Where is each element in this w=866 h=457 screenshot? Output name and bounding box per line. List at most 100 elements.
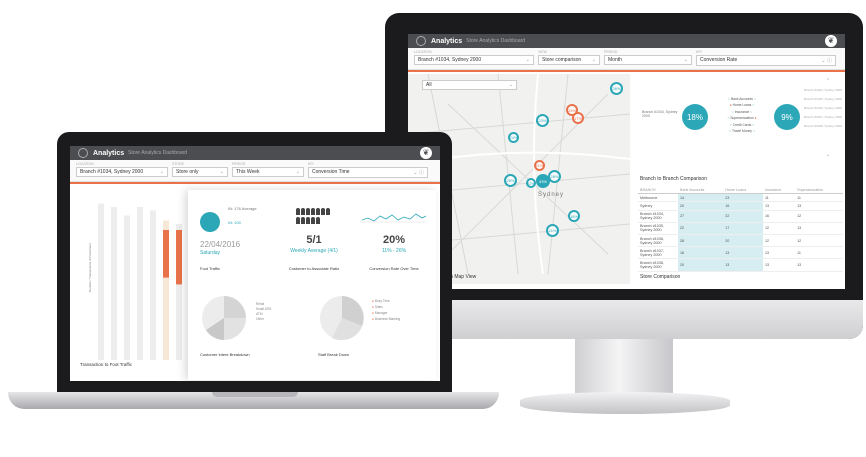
map-marker[interactable]: 25% xyxy=(504,174,517,187)
conversion-card[interactable]: 20% 11% - 26% Conversion Rate Over Time xyxy=(356,196,432,276)
period-select[interactable]: This Week ⌄ xyxy=(232,167,304,177)
cell: 28 xyxy=(678,234,724,248)
table-caption: Store Comparison xyxy=(640,274,681,280)
comparison-branch-score: 9% xyxy=(774,104,800,130)
staff-pie-chart xyxy=(320,296,364,341)
chevron-down-icon: ⌄ xyxy=(295,169,300,175)
table-row[interactable]: Branch #1036, Sydney 2000 28 20 12 12 xyxy=(638,234,843,248)
card-caption: Staff Break Down xyxy=(318,352,350,357)
cell: 20 xyxy=(678,201,724,211)
filter-bar: Location Branch #1034, Sydney 2000 ⌄ View S… xyxy=(408,48,845,70)
store-select[interactable]: Store only ⌄ xyxy=(172,167,228,177)
conversion-range: 11% - 26% xyxy=(381,248,407,254)
map-marker[interactable]: 21% xyxy=(534,160,545,171)
column-header[interactable]: Insurance xyxy=(762,186,796,195)
column-header[interactable]: Bank Accounts xyxy=(678,186,724,195)
table-row[interactable]: Melbourne 14 23 11 11 xyxy=(638,193,843,203)
map-marker-selected[interactable]: 43% xyxy=(536,174,550,188)
table-row[interactable]: Branch #1038, Sydney 2000 20 13 13 13 xyxy=(638,258,843,272)
map-marker[interactable]: 22% xyxy=(526,178,536,188)
map-marker[interactable]: 21% xyxy=(546,224,559,237)
chevron-down-icon: ⌄ xyxy=(683,57,688,63)
period-select[interactable]: Month ⌄ xyxy=(604,55,692,65)
conversion-sparkline xyxy=(362,213,426,223)
location-select[interactable]: Branch #1034, Sydney 2000 ⌄ xyxy=(76,167,168,177)
side-branch[interactable]: Branch #1028, Sydney 2000 xyxy=(804,122,842,131)
map-marker[interactable]: 26% xyxy=(610,82,623,95)
foot-traffic-card[interactable]: IN: 176 Average IN: 100 22/04/2016 Satur… xyxy=(194,196,270,276)
chevron-down-icon: ⌄ xyxy=(525,57,530,63)
location-select[interactable]: Branch #1034, Sydney 2000 ⌄ xyxy=(414,55,534,65)
legend-label: Manager xyxy=(374,311,388,315)
chevron-down-icon: ⌄ xyxy=(591,57,596,63)
column-header[interactable]: BRANCH xyxy=(638,186,678,195)
associate-weekly-average: Weekly Average (4/1) xyxy=(290,248,338,254)
scroll-up-icon[interactable]: ⌃ xyxy=(826,78,830,84)
cell: 13 xyxy=(723,246,763,260)
table-row[interactable]: Branch #1034, Sydney 2000 27 22 16 12 xyxy=(638,210,843,223)
cell: 12 xyxy=(795,234,843,248)
map-marker[interactable]: 24% xyxy=(508,132,519,143)
map-marker[interactable]: 17% xyxy=(572,112,584,124)
staff-breakdown-card[interactable]: ● Busy Time ● Sales ● Manager ● Business… xyxy=(312,290,432,374)
leaf-icon[interactable]: ❦ xyxy=(420,147,432,159)
people-icon xyxy=(296,208,330,224)
comparison-table-wrap: BRANCH Bank Accounts Home Loans Insuranc… xyxy=(638,186,843,272)
traffic-bar[interactable] xyxy=(150,210,156,360)
cell: 11 xyxy=(762,193,796,203)
column-header[interactable]: Home Loans xyxy=(723,186,763,195)
cell: 14 xyxy=(678,193,724,203)
category-label: Insurance xyxy=(734,109,750,114)
leaf-icon[interactable]: ❦ xyxy=(825,35,837,47)
laptop-screen: Analytics Store Analytics Dashboard ❦ Lo… xyxy=(70,146,440,381)
side-branch[interactable]: Branch #1024, Sydney 2000 xyxy=(804,86,842,95)
table-row[interactable]: Branch #1037, Sydney 2000 16 13 13 11 xyxy=(638,246,843,260)
column-header[interactable]: Superannuation xyxy=(795,186,843,195)
side-branch[interactable]: Branch #1027, Sydney 2000 xyxy=(804,113,842,122)
transaction-bar[interactable] xyxy=(163,230,169,278)
kpi-select[interactable]: Conversion Time ⌄ ⓘ xyxy=(308,167,428,178)
traffic-bar[interactable] xyxy=(137,207,143,360)
location-select-value: Branch #1034, Sydney 2000 xyxy=(418,57,482,63)
foot-traffic-average: IN: 176 Average xyxy=(228,206,257,211)
map-filter-select[interactable]: All ⌄ xyxy=(422,80,517,90)
cell: 13 xyxy=(795,201,843,211)
side-branch-list: Branch #1024, Sydney 2000 Branch #1025, … xyxy=(804,86,842,131)
app-subtitle: Store Analytics Dashboard xyxy=(128,150,188,156)
app-header: Analytics Store Analytics Dashboard ❦ xyxy=(70,146,440,160)
app-header: Analytics Store Analytics Dashboard ❦ xyxy=(408,34,845,48)
row-branch: Melbourne xyxy=(638,193,678,203)
view-select[interactable]: Store comparison ⌄ xyxy=(538,55,600,65)
intent-breakdown-card[interactable]: Retail Small ATM ATM Other Customer Inte… xyxy=(194,290,304,374)
transaction-bar[interactable] xyxy=(176,230,182,285)
traffic-bar[interactable] xyxy=(124,215,130,361)
app-logo-icon xyxy=(78,148,88,158)
app-brand: Analytics xyxy=(93,149,125,157)
kpi-select[interactable]: Conversion Rate ⌄ ⓘ xyxy=(696,55,836,66)
traffic-chart-panel: Number / Transactions of Customers Trans… xyxy=(74,190,190,376)
traffic-bar[interactable] xyxy=(111,207,117,360)
app-logo-icon xyxy=(416,36,426,46)
associate-ratio-card[interactable]: 5/1 Weekly Average (4/1) Customer to Ass… xyxy=(276,196,352,276)
scroll-down-icon[interactable]: ⌄ xyxy=(826,152,830,158)
staff-legend: ● Busy Time ● Sales ● Manager ● Business… xyxy=(372,298,400,322)
cell: 16 xyxy=(723,201,763,211)
cell: 13 xyxy=(723,258,763,272)
cell: 20 xyxy=(678,258,724,272)
category-label: Credit Cards xyxy=(732,122,752,127)
traffic-bar[interactable] xyxy=(98,203,104,360)
table-row[interactable]: Sydney 20 16 13 13 xyxy=(638,201,843,211)
chevron-down-icon: ⌄ xyxy=(159,169,164,175)
side-branch[interactable]: Branch #1025, Sydney 2000 xyxy=(804,95,842,104)
desktop-screen: Analytics Store Analytics Dashboard ❦ Lo… xyxy=(408,34,845,289)
map-marker[interactable]: 18% xyxy=(568,210,580,222)
selected-branch-label: Branch #1034, Sydney 2000 xyxy=(642,110,678,118)
table-row[interactable]: Branch #1035, Sydney 2000 22 17 12 13 xyxy=(638,222,843,235)
foot-traffic-in: IN: 100 xyxy=(228,220,241,225)
intent-legend: Retail Small ATM ATM Other xyxy=(256,302,271,322)
category-item[interactable]: ○ Travel Money ○ xyxy=(718,128,766,134)
map-marker[interactable]: 23% xyxy=(536,114,549,127)
cell: 13 xyxy=(762,258,796,272)
row-branch: Branch #1038, Sydney 2000 xyxy=(638,258,678,272)
side-branch[interactable]: Branch #1026, Sydney 2000 xyxy=(804,104,842,113)
